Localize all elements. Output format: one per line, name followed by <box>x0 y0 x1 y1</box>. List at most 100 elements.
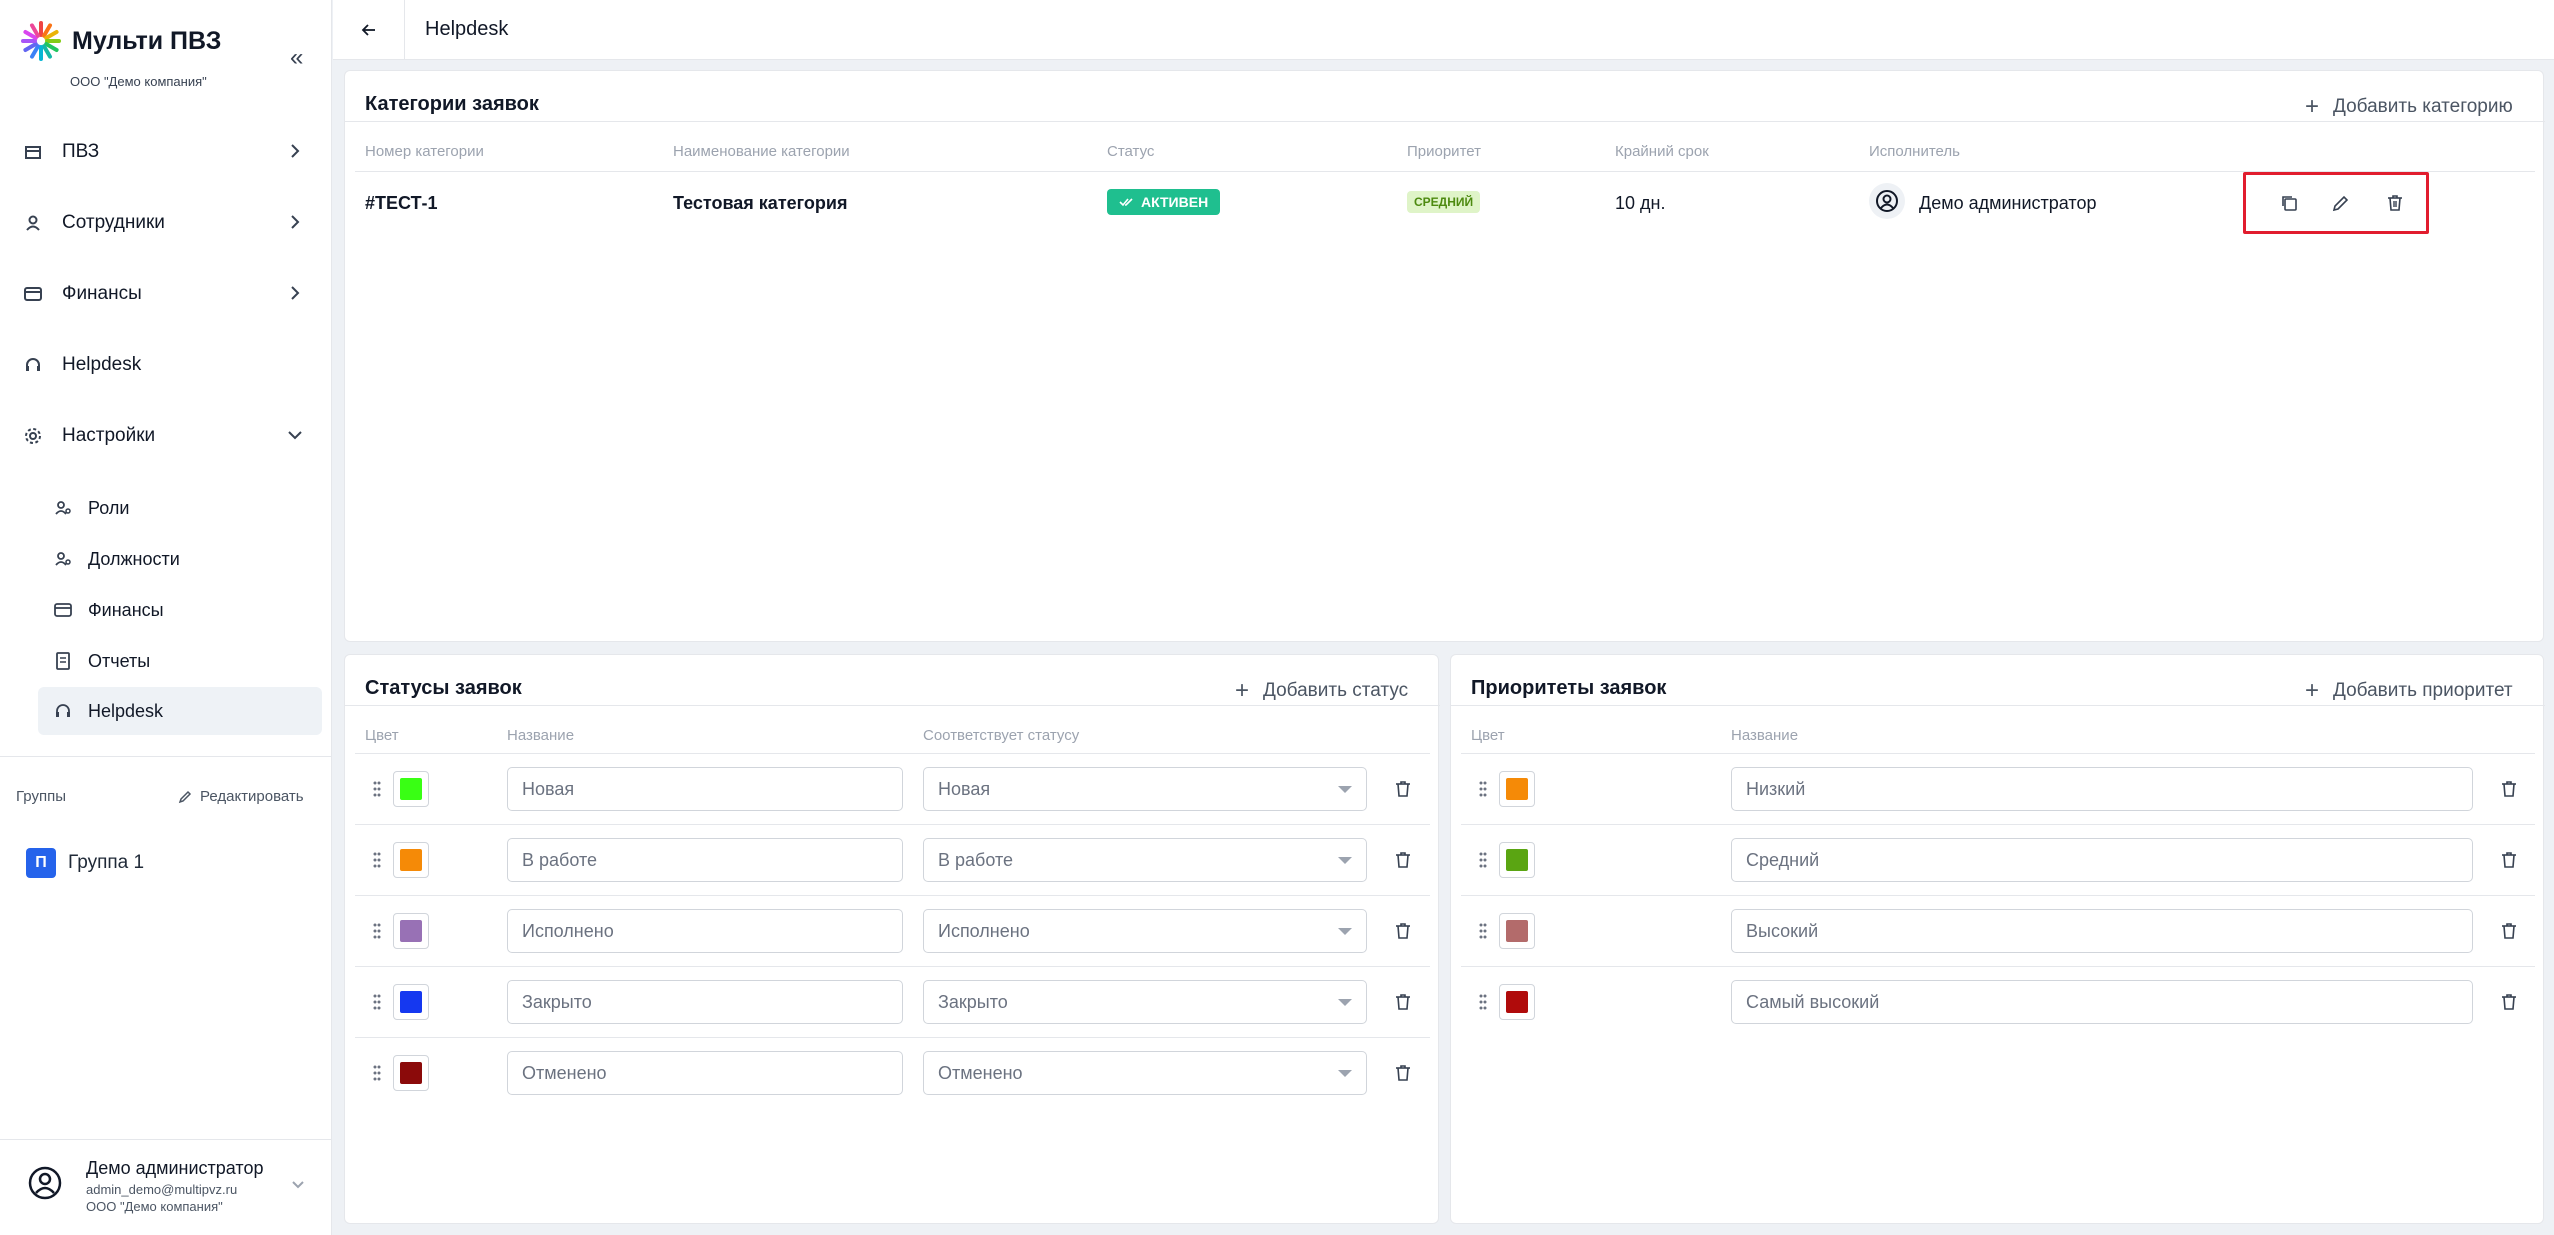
user-avatar-icon <box>28 1166 62 1200</box>
drag-handle-icon[interactable] <box>1478 780 1488 798</box>
trash-icon[interactable] <box>2499 921 2519 941</box>
sidebar-item-settings[interactable]: Настройки <box>24 414 314 458</box>
status-match-select[interactable]: Отменено <box>923 1051 1367 1095</box>
status-row: Закрыто Закрыто <box>355 968 1430 1038</box>
settings-item-label: Отчеты <box>88 650 151 671</box>
caret-down-icon <box>1338 857 1352 864</box>
select-value: Закрыто <box>938 991 1008 1012</box>
card-icon <box>24 287 42 301</box>
settings-item-reports[interactable]: Отчеты <box>38 637 322 685</box>
status-name-input[interactable]: Новая <box>507 767 903 811</box>
plus-icon: + <box>2305 93 2320 120</box>
logo[interactable]: Мульти ПВЗ <box>20 20 221 62</box>
settings-item-finance[interactable]: Финансы <box>38 586 322 634</box>
double-check-icon <box>1119 198 1133 207</box>
brand-org: ООО "Демо компания" <box>70 74 207 89</box>
user-email: admin_demo@multipvz.ru <box>86 1182 238 1197</box>
color-fill <box>400 778 422 800</box>
divider <box>1461 753 2535 754</box>
trash-icon[interactable] <box>1393 850 1413 870</box>
color-swatch[interactable] <box>1499 984 1535 1020</box>
headset-icon <box>56 704 70 717</box>
add-category-button[interactable]: + Добавить категорию <box>2305 93 2513 121</box>
user-menu[interactable]: Демо администратор admin_demo@multipvz.r… <box>28 1154 318 1214</box>
color-swatch[interactable] <box>1499 913 1535 949</box>
priority-name-input[interactable]: Высокий <box>1731 909 2473 953</box>
color-swatch[interactable] <box>393 913 429 949</box>
group-label: Группа 1 <box>68 852 145 873</box>
drag-handle-icon[interactable] <box>372 1064 382 1082</box>
logo-flower-icon <box>21 21 61 61</box>
drag-handle-icon[interactable] <box>1478 922 1488 940</box>
caret-down-icon <box>1338 999 1352 1006</box>
user-name: Демо администратор <box>86 1158 264 1178</box>
category-number: #ТЕСТ-1 <box>365 193 438 213</box>
copy-icon[interactable] <box>2279 193 2299 213</box>
drag-handle-icon[interactable] <box>1478 851 1488 869</box>
sidebar-item-employees[interactable]: Сотрудники <box>24 201 314 245</box>
sidebar-item-pvz[interactable]: ПВЗ <box>24 130 314 174</box>
back-button[interactable] <box>333 0 405 60</box>
color-fill <box>400 1062 422 1084</box>
add-status-label: Добавить статус <box>1263 680 1409 701</box>
column-header: Соответствует статусу <box>923 727 1080 744</box>
settings-item-positions[interactable]: Должности <box>38 535 322 583</box>
divider <box>355 171 2535 172</box>
trash-icon[interactable] <box>1393 1063 1413 1083</box>
status-match-select[interactable]: Исполнено <box>923 909 1367 953</box>
column-header: Статус <box>1107 143 1155 160</box>
drag-handle-icon[interactable] <box>372 851 382 869</box>
status-name-input[interactable]: Отменено <box>507 1051 903 1095</box>
groups-edit-label: Редактировать <box>200 788 304 805</box>
plus-icon: + <box>1235 677 1250 704</box>
edit-icon[interactable] <box>2331 193 2351 213</box>
trash-icon[interactable] <box>2499 850 2519 870</box>
color-fill <box>400 991 422 1013</box>
trash-icon[interactable] <box>2385 193 2405 213</box>
drag-handle-icon[interactable] <box>372 993 382 1011</box>
collapse-sidebar-button[interactable]: « <box>290 44 303 72</box>
color-swatch[interactable] <box>393 984 429 1020</box>
drag-handle-icon[interactable] <box>372 922 382 940</box>
color-swatch[interactable] <box>393 1055 429 1091</box>
trash-icon[interactable] <box>2499 992 2519 1012</box>
column-header: Наименование категории <box>673 143 850 160</box>
category-executor: Демо администратор <box>1919 193 2097 213</box>
groups-edit-button[interactable]: Редактировать <box>178 788 304 805</box>
sidebar-item-finance[interactable]: Финансы <box>24 272 314 316</box>
color-fill <box>400 920 422 942</box>
add-status-button[interactable]: + Добавить статус <box>1235 677 1408 705</box>
priority-name-input[interactable]: Самый высокий <box>1731 980 2473 1024</box>
settings-item-helpdesk[interactable]: Helpdesk <box>38 687 322 735</box>
status-name-input[interactable]: Исполнено <box>507 909 903 953</box>
color-swatch[interactable] <box>393 771 429 807</box>
caret-down-icon <box>1338 1070 1352 1077</box>
color-swatch[interactable] <box>1499 842 1535 878</box>
add-category-label: Добавить категорию <box>2333 96 2513 117</box>
status-match-select[interactable]: Новая <box>923 767 1367 811</box>
status-row: В работе В работе <box>355 826 1430 896</box>
status-match-select[interactable]: В работе <box>923 838 1367 882</box>
color-swatch[interactable] <box>393 842 429 878</box>
status-name-input[interactable]: Закрыто <box>507 980 903 1024</box>
groups-title: Группы <box>16 788 66 805</box>
add-priority-button[interactable]: + Добавить приоритет <box>2305 677 2513 705</box>
drag-handle-icon[interactable] <box>1478 993 1488 1011</box>
status-name-input[interactable]: В работе <box>507 838 903 882</box>
statuses-title: Статусы заявок <box>365 677 522 699</box>
priorities-title: Приоритеты заявок <box>1471 677 1667 699</box>
color-swatch[interactable] <box>1499 771 1535 807</box>
priority-name-input[interactable]: Средний <box>1731 838 2473 882</box>
divider <box>355 753 1430 754</box>
trash-icon[interactable] <box>1393 779 1413 799</box>
drag-handle-icon[interactable] <box>372 780 382 798</box>
trash-icon[interactable] <box>1393 921 1413 941</box>
settings-item-roles[interactable]: Роли <box>38 484 322 532</box>
user-icon <box>26 215 40 231</box>
status-match-select[interactable]: Закрыто <box>923 980 1367 1024</box>
group-item[interactable]: П Группа 1 <box>26 848 144 878</box>
trash-icon[interactable] <box>2499 779 2519 799</box>
priority-name-input[interactable]: Низкий <box>1731 767 2473 811</box>
sidebar-item-helpdesk[interactable]: Helpdesk <box>24 343 314 387</box>
trash-icon[interactable] <box>1393 992 1413 1012</box>
